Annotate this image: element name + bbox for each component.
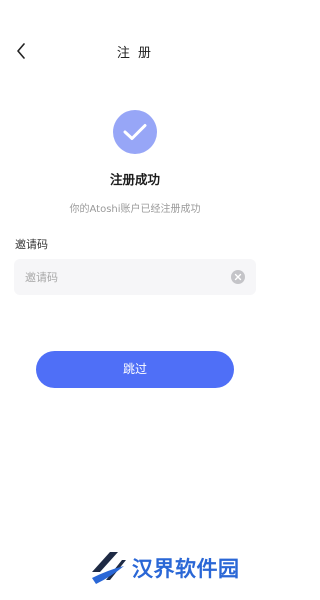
watermark-text: 汉界软件园: [132, 557, 240, 581]
logo-icon: [92, 552, 126, 584]
invite-code-label: 邀请码: [15, 238, 48, 251]
nav-bar: 注 册: [0, 32, 270, 72]
page-title: 注 册: [116, 46, 154, 61]
clear-button[interactable]: [231, 270, 245, 284]
check-icon: [123, 124, 147, 140]
success-description: 你的Atoshi账户已经注册成功: [69, 204, 201, 215]
clear-icon: [234, 273, 242, 281]
invite-code-field: [14, 259, 256, 295]
invite-code-input[interactable]: [14, 259, 224, 295]
success-title: 注册成功: [109, 172, 160, 187]
skip-button[interactable]: 跳过: [36, 351, 234, 388]
success-icon: [113, 110, 157, 154]
watermark: 汉界软件园: [88, 548, 240, 588]
